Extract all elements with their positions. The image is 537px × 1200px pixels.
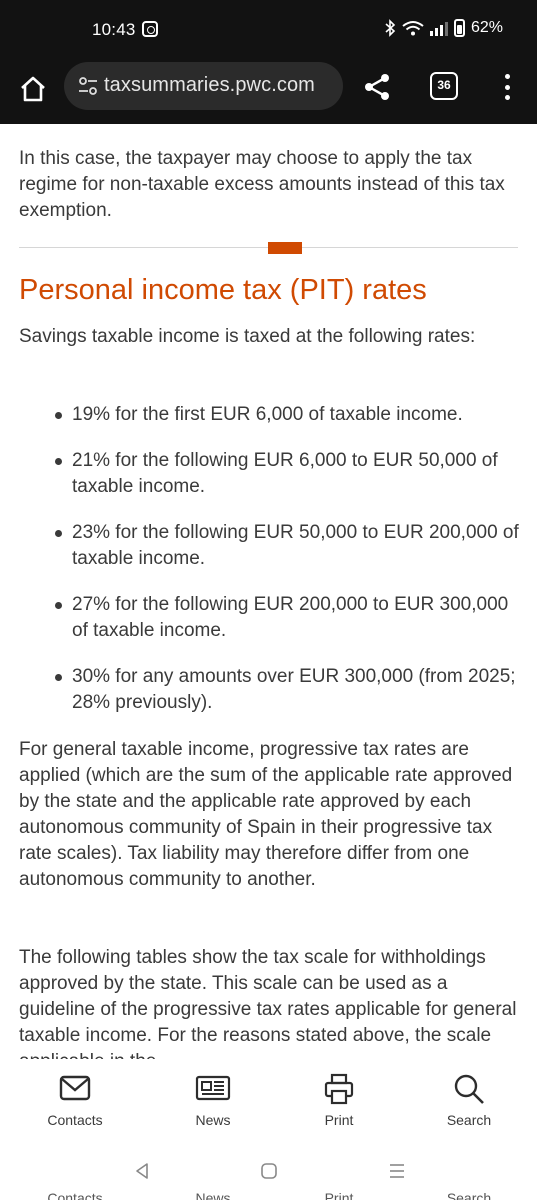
newspaper-icon xyxy=(195,1075,231,1101)
more-options-icon[interactable] xyxy=(502,72,512,102)
search-nav-button[interactable]: Search xyxy=(424,1073,514,1128)
url-text[interactable]: taxsummaries.pwc.com xyxy=(104,74,315,97)
contacts-nav-button[interactable]: Contacts xyxy=(30,1073,120,1128)
search-ghost-label: Search xyxy=(446,1190,492,1200)
print-nav-button[interactable]: Print xyxy=(294,1073,384,1128)
contacts-ghost-label: Contacts xyxy=(47,1190,103,1200)
wifi-icon xyxy=(402,21,424,36)
status-time: 10:43 xyxy=(92,20,136,39)
list-item: 23% for the following EUR 50,000 to EUR … xyxy=(19,520,519,572)
contacts-label: Contacts xyxy=(47,1112,103,1128)
news-ghost-label: News xyxy=(195,1190,231,1200)
home-nav-icon[interactable] xyxy=(260,1162,278,1180)
print-ghost-label: Print xyxy=(324,1190,354,1200)
section-heading: Personal income tax (PIT) rates xyxy=(19,274,427,306)
browser-toolbar: taxsummaries.pwc.com 36 xyxy=(0,62,537,124)
article-content: In this case, the taxpayer may choose to… xyxy=(0,124,537,1059)
mail-icon xyxy=(59,1075,91,1101)
home-icon[interactable] xyxy=(18,74,48,104)
address-bar[interactable]: taxsummaries.pwc.com xyxy=(64,62,343,110)
printer-icon xyxy=(324,1073,354,1105)
battery-icon xyxy=(453,19,465,37)
rates-list: 19% for the first EUR 6,000 of taxable i… xyxy=(19,402,519,736)
bottom-navigation: Contacts News Print Search xyxy=(0,1059,537,1144)
list-item: 30% for any amounts over EUR 300,000 (fr… xyxy=(19,664,519,716)
status-bar: 10:43 62% xyxy=(0,0,537,62)
print-label: Print xyxy=(324,1112,354,1128)
bluetooth-icon xyxy=(385,19,396,37)
list-item: 27% for the following EUR 200,000 to EUR… xyxy=(19,592,519,644)
instagram-notification-icon xyxy=(142,21,158,37)
news-label: News xyxy=(195,1112,231,1128)
site-settings-icon[interactable] xyxy=(78,77,98,95)
news-nav-button[interactable]: News xyxy=(168,1073,258,1128)
list-item: 19% for the first EUR 6,000 of taxable i… xyxy=(19,402,519,428)
divider-accent xyxy=(268,242,302,254)
intro-paragraph: In this case, the taxpayer may choose to… xyxy=(19,148,505,221)
status-indicators: 62% xyxy=(384,19,503,37)
list-item: 21% for the following EUR 6,000 to EUR 5… xyxy=(19,448,519,500)
search-label: Search xyxy=(446,1112,492,1128)
tab-switcher-button[interactable]: 36 xyxy=(430,72,458,100)
share-icon[interactable] xyxy=(363,72,391,102)
general-income-paragraph: For general taxable income, progressive … xyxy=(19,739,513,890)
signal-icon xyxy=(429,20,448,36)
back-icon[interactable] xyxy=(134,1162,150,1180)
savings-intro: Savings taxable income is taxed at the f… xyxy=(19,326,476,347)
battery-level: 62% xyxy=(470,19,503,36)
recent-apps-icon[interactable] xyxy=(388,1162,406,1180)
search-icon xyxy=(454,1074,484,1104)
tables-paragraph: The following tables show the tax scale … xyxy=(19,947,517,1059)
system-navigation-bar: Contacts News Print Search xyxy=(0,1144,537,1200)
